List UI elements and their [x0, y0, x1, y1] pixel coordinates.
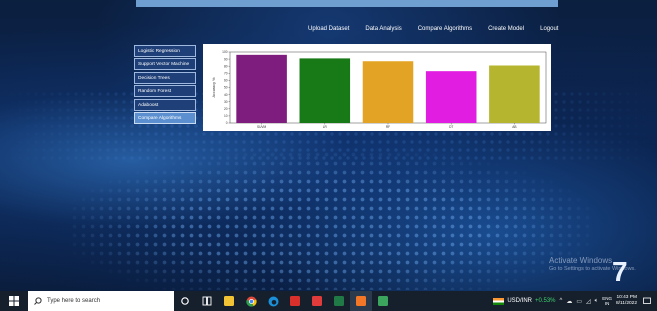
clock[interactable]: 10:43 PM 8/11/2022: [616, 295, 637, 307]
sidebar-item-decision-trees[interactable]: Decision Trees: [134, 71, 196, 84]
widgets-button[interactable]: [196, 291, 218, 311]
file-explorer-icon: [224, 296, 234, 306]
sidebar-item-compare-algorithms[interactable]: Compare Algorithms: [134, 111, 196, 124]
sidebar-item-random-forest[interactable]: Random Forest: [134, 85, 196, 98]
bar-ab: [489, 65, 540, 123]
y-tick-label: 80: [224, 64, 228, 68]
wallpaper-dot-pattern: [70, 150, 590, 290]
jupyter-icon: [356, 296, 366, 306]
taskbar-search-box[interactable]: Type here to search: [28, 291, 174, 311]
accuracy-chart-panel: 0 10 20 30 40 50 60 70 80 90 100 Accuracy % SUVM LR RF…: [203, 44, 551, 131]
excel-button[interactable]: [328, 291, 350, 311]
notification-icon: [643, 297, 651, 304]
x-tick-label: DT: [449, 125, 453, 129]
bar-dt: [425, 71, 477, 123]
x-tick-label: LR: [323, 125, 328, 129]
page-header-bar: [136, 0, 558, 7]
y-tick-label: 70: [224, 72, 228, 76]
x-tick-label: AB: [512, 125, 516, 129]
search-icon: [34, 297, 42, 305]
task-view-icon: [181, 297, 189, 305]
start-button[interactable]: [0, 291, 28, 311]
chevron-up-icon[interactable]: ^: [560, 298, 563, 304]
y-tick-label: 10: [224, 114, 228, 118]
nav-data-analysis[interactable]: Data Analysis: [357, 25, 409, 33]
windows-logo-icon: [9, 296, 19, 306]
cloud-icon[interactable]: ☁: [566, 298, 572, 305]
widgets-icon: [202, 296, 212, 306]
battery-icon[interactable]: ▭: [576, 298, 582, 305]
edge-icon: [268, 296, 278, 306]
x-tick-label: SUVM: [257, 125, 267, 129]
stock-label: USD/INR: [507, 298, 532, 304]
nav-logout[interactable]: Logout: [532, 25, 566, 33]
india-flag-icon: [493, 297, 505, 305]
sidebar-item-adaboost[interactable]: Adaboost: [134, 98, 196, 111]
taskbar: Type here to search USD/INR +0.53% ^ ☁ ▭…: [0, 291, 657, 311]
nav-compare-algorithms[interactable]: Compare Algorithms: [410, 25, 480, 33]
search-placeholder: Type here to search: [47, 298, 101, 304]
network-icon[interactable]: ◿: [586, 298, 591, 305]
file-explorer-button[interactable]: [218, 291, 240, 311]
nav-create-model[interactable]: Create Model: [480, 25, 532, 33]
x-tick-label: RF: [386, 125, 390, 129]
sidebar-item-support-vector-machine[interactable]: Support Vector Machine: [134, 58, 196, 71]
y-tick-label: 90: [224, 57, 228, 61]
code-app-button[interactable]: [372, 291, 394, 311]
region-code: IN: [604, 301, 610, 306]
volume-icon[interactable]: 🔈︎: [595, 298, 599, 305]
clock-date: 8/11/2022: [616, 301, 637, 306]
chrome-button[interactable]: [240, 291, 262, 311]
edge-button[interactable]: [262, 291, 284, 311]
bar-lr: [299, 58, 351, 123]
video-app-button[interactable]: [306, 291, 328, 311]
task-view-button[interactable]: [174, 291, 196, 311]
stock-widget[interactable]: USD/INR +0.53%: [493, 297, 556, 305]
y-axis-label: Accuracy %: [212, 77, 216, 98]
top-navigation: Upload Dataset Data Analysis Compare Alg…: [300, 25, 566, 33]
system-tray: USD/INR +0.53% ^ ☁ ▭ ◿ 🔈︎ ENG IN 10:43 P…: [493, 291, 657, 311]
red-app-icon: [290, 296, 300, 306]
sidebar-item-logistic-regression[interactable]: Logistic Regression: [134, 45, 196, 57]
bar-suvm: [236, 54, 287, 124]
y-tick-label: 30: [224, 100, 228, 104]
jupyter-button[interactable]: [350, 291, 372, 311]
stock-change: +0.53%: [534, 298, 556, 304]
language-indicator[interactable]: ENG IN: [602, 296, 612, 307]
desktop-background: Upload Dataset Data Analysis Compare Alg…: [0, 0, 657, 291]
bar-rf: [362, 61, 414, 123]
y-tick-label: 20: [224, 107, 228, 111]
video-app-icon: [312, 296, 322, 306]
y-tick-label: 50: [224, 86, 228, 90]
y-tick-label: 40: [224, 93, 228, 97]
y-tick-label: 60: [224, 79, 228, 83]
wallpaper-glyph: 7: [612, 256, 628, 287]
code-icon: [378, 296, 388, 306]
algorithm-sidebar: Logistic Regression Support Vector Machi…: [134, 45, 196, 125]
chrome-icon: [245, 296, 257, 307]
notification-button[interactable]: [641, 291, 653, 311]
red-app-button[interactable]: [284, 291, 306, 311]
excel-icon: [334, 296, 344, 306]
y-tick-label: 0: [226, 121, 228, 125]
accuracy-bar-chart: 0 10 20 30 40 50 60 70 80 90 100 Accuracy % SUVM LR RF…: [212, 50, 547, 129]
y-tick-label: 100: [222, 50, 228, 54]
nav-upload-dataset[interactable]: Upload Dataset: [300, 25, 357, 33]
